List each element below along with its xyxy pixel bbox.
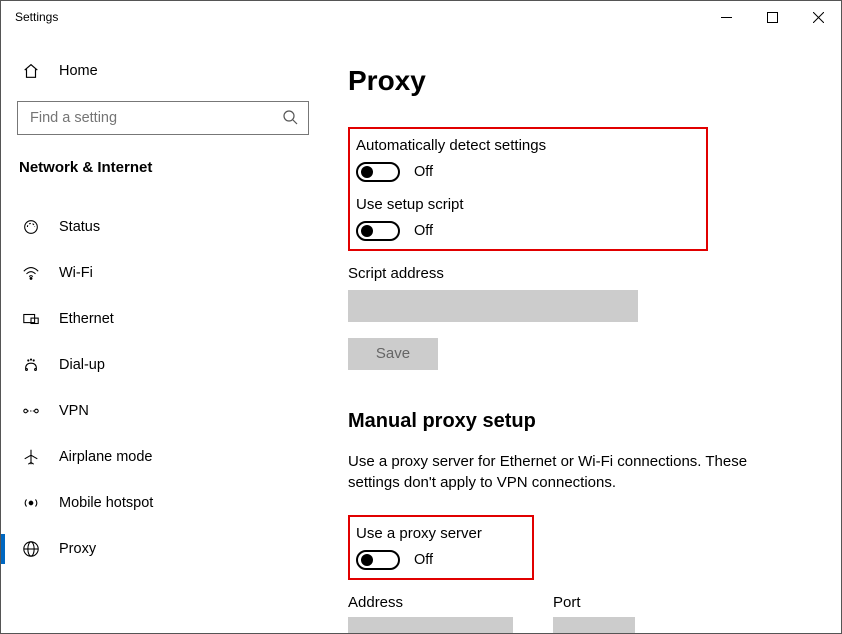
status-icon (21, 218, 41, 236)
proxy-icon (21, 540, 41, 558)
port-input (553, 617, 635, 633)
sidebar-item-label: Dial-up (59, 357, 105, 373)
sidebar-nav: Status Wi-Fi Ethernet (1, 188, 326, 572)
dialup-icon (21, 356, 41, 374)
vpn-icon (21, 402, 41, 420)
search-icon (282, 109, 298, 128)
sidebar: Home Network & Internet Status (1, 33, 326, 633)
home-label: Home (59, 63, 98, 79)
home-icon (21, 62, 41, 80)
main-content: Proxy Automatically detect settings Off … (326, 33, 841, 633)
maximize-button[interactable] (749, 1, 795, 33)
sidebar-item-proxy[interactable]: Proxy (1, 526, 326, 572)
sidebar-item-dialup[interactable]: Dial-up (1, 342, 326, 388)
sidebar-item-ethernet[interactable]: Ethernet (1, 296, 326, 342)
sidebar-item-label: Status (59, 219, 100, 235)
setup-script-toggle[interactable] (356, 221, 400, 241)
home-nav[interactable]: Home (1, 51, 326, 91)
port-label: Port (553, 594, 635, 611)
script-address-label: Script address (348, 265, 815, 282)
manual-proxy-desc: Use a proxy server for Ethernet or Wi-Fi… (348, 451, 778, 493)
wifi-icon (21, 264, 41, 282)
close-button[interactable] (795, 1, 841, 33)
sidebar-item-label: Wi-Fi (59, 265, 93, 281)
settings-window: Settings Home (0, 0, 842, 634)
highlight-auto-section: Automatically detect settings Off Use se… (348, 127, 708, 251)
manual-proxy-title: Manual proxy setup (348, 410, 815, 433)
address-label: Address (348, 594, 513, 611)
page-title: Proxy (348, 65, 815, 97)
sidebar-item-hotspot[interactable]: Mobile hotspot (1, 480, 326, 526)
airplane-icon (21, 448, 41, 466)
titlebar: Settings (1, 1, 841, 33)
save-button: Save (348, 338, 438, 370)
sidebar-item-airplane[interactable]: Airplane mode (1, 434, 326, 480)
use-proxy-label: Use a proxy server (356, 525, 482, 542)
sidebar-item-vpn[interactable]: VPN (1, 388, 326, 434)
use-proxy-toggle[interactable] (356, 550, 400, 570)
sidebar-item-label: Proxy (59, 541, 96, 557)
auto-detect-state: Off (414, 164, 433, 180)
auto-detect-toggle[interactable] (356, 162, 400, 182)
sidebar-item-label: Mobile hotspot (59, 495, 153, 511)
search-input[interactable] (28, 109, 268, 127)
sidebar-section-title: Network & Internet (1, 135, 326, 188)
window-controls (703, 1, 841, 33)
highlight-proxy-section: Use a proxy server Off (348, 515, 534, 580)
auto-detect-label: Automatically detect settings (356, 137, 546, 154)
script-address-input (348, 290, 638, 322)
setup-script-state: Off (414, 223, 433, 239)
sidebar-item-label: Ethernet (59, 311, 114, 327)
sidebar-item-wifi[interactable]: Wi-Fi (1, 250, 326, 296)
window-title: Settings (15, 10, 58, 24)
hotspot-icon (21, 494, 41, 512)
setup-script-label: Use setup script (356, 196, 546, 213)
address-input (348, 617, 513, 633)
use-proxy-state: Off (414, 552, 433, 568)
minimize-button[interactable] (703, 1, 749, 33)
search-box[interactable] (17, 101, 309, 135)
sidebar-item-label: VPN (59, 403, 89, 419)
sidebar-item-label: Airplane mode (59, 449, 153, 465)
ethernet-icon (21, 310, 41, 328)
sidebar-item-status[interactable]: Status (1, 204, 326, 250)
